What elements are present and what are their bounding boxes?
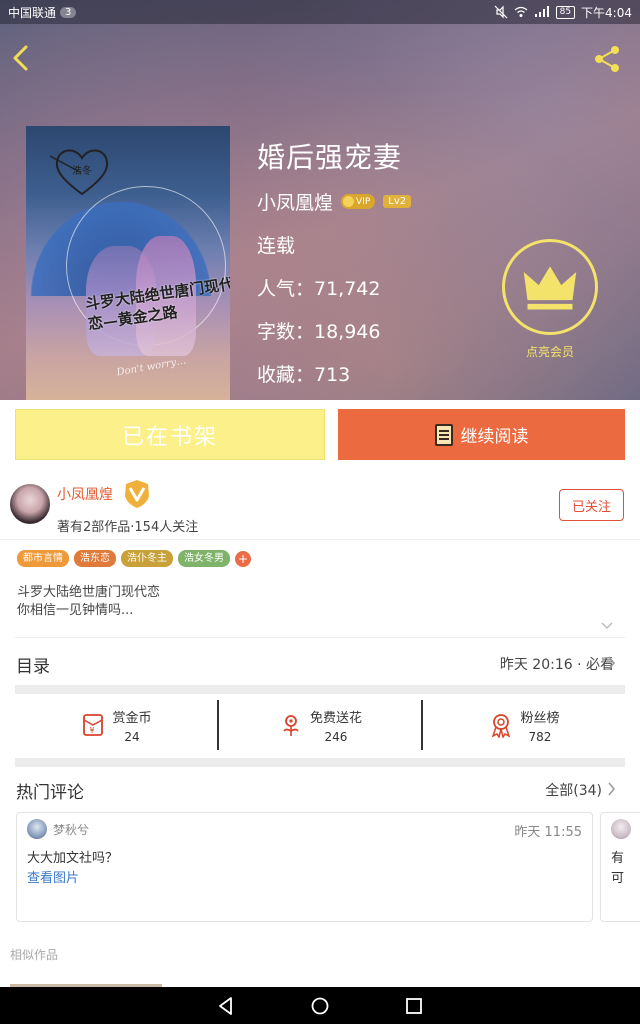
author-name[interactable]: 小凤凰煌 [57, 484, 113, 504]
description-line-1: 斗罗大陆绝世唐门现代恋 [17, 585, 161, 600]
catalog-row[interactable]: 目录 昨天 20:16 · 必看 [0, 640, 640, 684]
fan-ranking-label: 粉丝榜 [520, 710, 560, 726]
tag-1[interactable]: 浩东恋 [74, 550, 116, 567]
wifi-icon [514, 6, 528, 17]
medal-icon [492, 714, 511, 738]
nav-back-icon[interactable] [215, 995, 237, 1017]
reward-coins-value: 24 [124, 729, 140, 744]
tag-list: 都市言情 浩东恋 浩仆冬主 浩女冬男 + [17, 550, 251, 567]
book-cover[interactable]: 浩冬 斗罗大陆绝世唐门现代恋—黄金之路 Don't worry… [26, 126, 230, 400]
comment-text: 大大加文社吗？ [27, 851, 119, 866]
commenter-name[interactable]: 梦秋兮 [53, 821, 89, 838]
sim-badge: 3 [60, 6, 77, 18]
catalog-label: 目录 [16, 657, 50, 677]
carrier-name: 中国联通 [8, 5, 57, 20]
all-comments-link[interactable]: 全部(34) [545, 780, 602, 800]
signal-icon [534, 6, 549, 17]
stats-row: ¥ 赏金币 24 免费送花 246 粉丝榜 782 [15, 700, 625, 750]
hot-comments-header: 热门评论 全部(34) [0, 776, 640, 806]
crown-icon [343, 196, 355, 207]
chevron-right-icon [608, 782, 615, 796]
book-popularity: 人气：71,742 [257, 278, 381, 300]
fan-ranking[interactable]: 粉丝榜 782 [421, 700, 625, 750]
section-separator [15, 685, 625, 694]
mute-icon [494, 5, 508, 19]
book-word-count: 字数：18,946 [257, 321, 381, 343]
book-author[interactable]: 小凤凰煌 [257, 188, 333, 215]
commenter-avatar[interactable] [27, 819, 47, 839]
book-title: 婚后强宠妻 [257, 141, 403, 174]
on-shelf-button[interactable]: 已在书架 [15, 409, 325, 460]
tag-3[interactable]: 浩女冬男 [178, 550, 230, 567]
comment-card[interactable]: 有 可 [600, 812, 640, 922]
reward-coins[interactable]: ¥ 赏金币 24 [15, 700, 217, 750]
section-separator-2 [15, 758, 625, 767]
similar-works-label: 相似作品 [10, 948, 59, 962]
description-line-2: 你相信一见钟情吗... [17, 603, 134, 618]
comment-text-2: 可 [611, 871, 625, 886]
author-row: 小凤凰煌 VIP Lv2 [257, 188, 412, 215]
view-image-link[interactable]: 查看图片 [27, 867, 79, 886]
system-nav-bar [0, 987, 640, 1024]
cover-heart-text: 浩冬 [72, 164, 92, 177]
author-section: 小凤凰煌 著有2部作品·154人关注 [0, 470, 640, 540]
cover-heart-icon: 浩冬 [50, 149, 109, 196]
catalog-update: 昨天 20:16 · 必看 [499, 657, 614, 673]
svg-text:¥: ¥ [90, 726, 95, 735]
comment-time: 昨天 11:55 [514, 825, 582, 840]
book-info: 婚后强宠妻 小凤凰煌 VIP Lv2 连载 人气：71,742 字数：18,94… [257, 138, 412, 387]
book-icon [434, 423, 453, 446]
status-right: 85 下午4:04 [494, 4, 632, 21]
hot-comments-label: 热门评论 [16, 783, 84, 803]
comment-card[interactable]: 梦秋兮 昨天 11:55 大大加文社吗？ 查看图片 [16, 812, 593, 922]
commenter-avatar[interactable] [611, 819, 631, 839]
continue-reading-button[interactable]: 继续阅读 [338, 409, 625, 460]
author-meta: 著有2部作品·154人关注 [57, 520, 199, 535]
nav-home-icon[interactable] [309, 995, 331, 1017]
level-badge: Lv2 [383, 195, 412, 208]
chevron-right-icon [608, 656, 615, 670]
flower-icon [283, 715, 299, 736]
nav-recents-icon[interactable] [403, 995, 425, 1017]
battery-icon: 85 [555, 5, 576, 19]
add-tag-icon[interactable]: + [235, 550, 251, 567]
fan-ranking-value: 782 [528, 729, 552, 744]
clock: 下午4:04 [581, 5, 632, 20]
free-flowers-value: 246 [324, 729, 348, 744]
member-label[interactable]: 点亮会员 [502, 343, 598, 360]
expand-chevron-icon[interactable] [601, 621, 613, 631]
vip-label: VIP [356, 196, 371, 207]
back-icon[interactable] [10, 44, 34, 72]
coin-envelope-icon: ¥ [83, 714, 104, 736]
book-status: 连载 [257, 235, 296, 257]
free-flowers[interactable]: 免费送花 246 [217, 700, 421, 750]
status-bar: 中国联通 3 85 下午4:04 [0, 0, 640, 24]
follow-button[interactable]: 已关注 [559, 489, 624, 521]
tag-2[interactable]: 浩仆冬主 [121, 550, 173, 567]
reward-coins-label: 赏金币 [112, 710, 152, 726]
member-crown-icon[interactable] [502, 239, 598, 335]
book-description: 斗罗大陆绝世唐门现代恋 你相信一见钟情吗... [17, 584, 160, 620]
verified-v-icon [125, 480, 149, 508]
tag-0[interactable]: 都市言情 [17, 550, 69, 567]
carrier: 中国联通 3 [8, 4, 77, 21]
book-favorites: 收藏：713 [257, 364, 351, 386]
comment-text: 有 [611, 851, 625, 866]
vip-badge: VIP [341, 194, 376, 209]
continue-reading-label: 继续阅读 [460, 427, 529, 447]
free-flowers-label: 免费送花 [309, 710, 362, 726]
share-icon[interactable] [592, 44, 622, 74]
divider [15, 637, 625, 638]
author-avatar[interactable] [10, 484, 50, 524]
